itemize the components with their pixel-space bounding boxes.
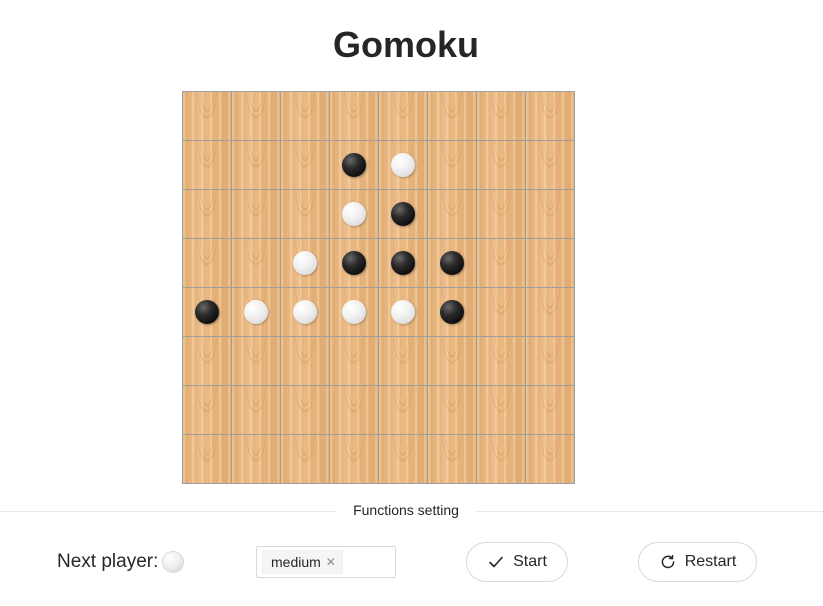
board-cell[interactable] [526,239,575,288]
restart-button-label: Restart [684,553,737,570]
divider-line-left [0,511,336,512]
board-cell[interactable] [281,190,330,239]
gomoku-app: Gomoku Functions setting Next player: me… [0,0,823,606]
board-cell[interactable] [477,386,526,435]
page-title: Gomoku [332,24,479,65]
board-cell[interactable] [232,435,281,484]
board-cell[interactable] [379,239,428,288]
board-cell[interactable] [526,288,575,337]
board-cell[interactable] [281,239,330,288]
board-cell[interactable] [526,190,575,239]
board-cell[interactable] [477,239,526,288]
board-cell[interactable] [281,92,330,141]
board-cell[interactable] [428,337,477,386]
board-cell[interactable] [330,386,379,435]
next-player-indicator: Next player: [57,549,184,575]
board-cell[interactable] [183,141,232,190]
board-cell[interactable] [330,435,379,484]
board-cell[interactable] [379,141,428,190]
functions-setting-label: Functions setting [353,502,459,518]
start-button[interactable]: Start [466,542,568,582]
board-cell[interactable] [428,190,477,239]
white-stone [342,202,366,226]
board-cell[interactable] [232,141,281,190]
board-cell[interactable] [330,337,379,386]
board-cell[interactable] [183,435,232,484]
white-stone [293,251,317,275]
board-cell[interactable] [330,92,379,141]
board-cell[interactable] [183,190,232,239]
restart-button[interactable]: Restart [638,542,757,582]
board-cell[interactable] [183,239,232,288]
game-board[interactable] [182,91,575,484]
board-cell[interactable] [428,239,477,288]
board-cell[interactable] [232,239,281,288]
board-cell[interactable] [330,190,379,239]
board-cell[interactable] [379,386,428,435]
black-stone [440,251,464,275]
functions-divider: Functions setting [0,499,823,523]
difficulty-tag-label: medium [271,554,321,570]
black-stone [391,251,415,275]
board-cell[interactable] [232,288,281,337]
close-icon[interactable]: ✕ [326,556,336,568]
board-cell[interactable] [477,288,526,337]
board-cell[interactable] [526,435,575,484]
board-cell[interactable] [183,386,232,435]
reload-icon [659,553,677,571]
board-cell[interactable] [379,190,428,239]
black-stone [342,153,366,177]
board-cell[interactable] [232,386,281,435]
board-cell[interactable] [281,435,330,484]
board-cell[interactable] [232,92,281,141]
board-cell[interactable] [526,386,575,435]
board-cell[interactable] [281,288,330,337]
board-cell[interactable] [183,288,232,337]
board-cell[interactable] [281,386,330,435]
board-cell[interactable] [428,288,477,337]
divider-line-right [476,511,823,512]
board-cell[interactable] [477,92,526,141]
board-cell[interactable] [330,239,379,288]
board-cell[interactable] [330,288,379,337]
start-button-label: Start [513,553,547,570]
board-cell[interactable] [232,337,281,386]
board-cell[interactable] [281,337,330,386]
black-stone [195,300,219,324]
black-stone [342,251,366,275]
board-cell[interactable] [477,141,526,190]
next-player-stone-icon [163,552,184,572]
board-cell[interactable] [477,337,526,386]
board-cell[interactable] [477,435,526,484]
board-cell[interactable] [232,190,281,239]
white-stone [244,300,268,324]
board-cell[interactable] [477,190,526,239]
board-cell[interactable] [330,141,379,190]
difficulty-select[interactable]: medium ✕ [256,546,396,578]
board-cell[interactable] [428,92,477,141]
board-cell[interactable] [281,141,330,190]
board-cell[interactable] [379,288,428,337]
board-cell[interactable] [183,92,232,141]
white-stone [293,300,317,324]
board-cell[interactable] [526,92,575,141]
check-icon [487,553,505,571]
board-cell[interactable] [526,141,575,190]
board-cell[interactable] [183,337,232,386]
white-stone [342,300,366,324]
board-cell[interactable] [428,141,477,190]
board-cell[interactable] [428,386,477,435]
white-stone [391,153,415,177]
next-player-label: Next player: [57,551,159,572]
black-stone [391,202,415,226]
difficulty-tag: medium ✕ [262,550,343,574]
board-cell[interactable] [526,337,575,386]
board-cell[interactable] [379,92,428,141]
board-cell[interactable] [379,435,428,484]
black-stone [440,300,464,324]
board-cell[interactable] [428,435,477,484]
board-cell[interactable] [379,337,428,386]
white-stone [391,300,415,324]
